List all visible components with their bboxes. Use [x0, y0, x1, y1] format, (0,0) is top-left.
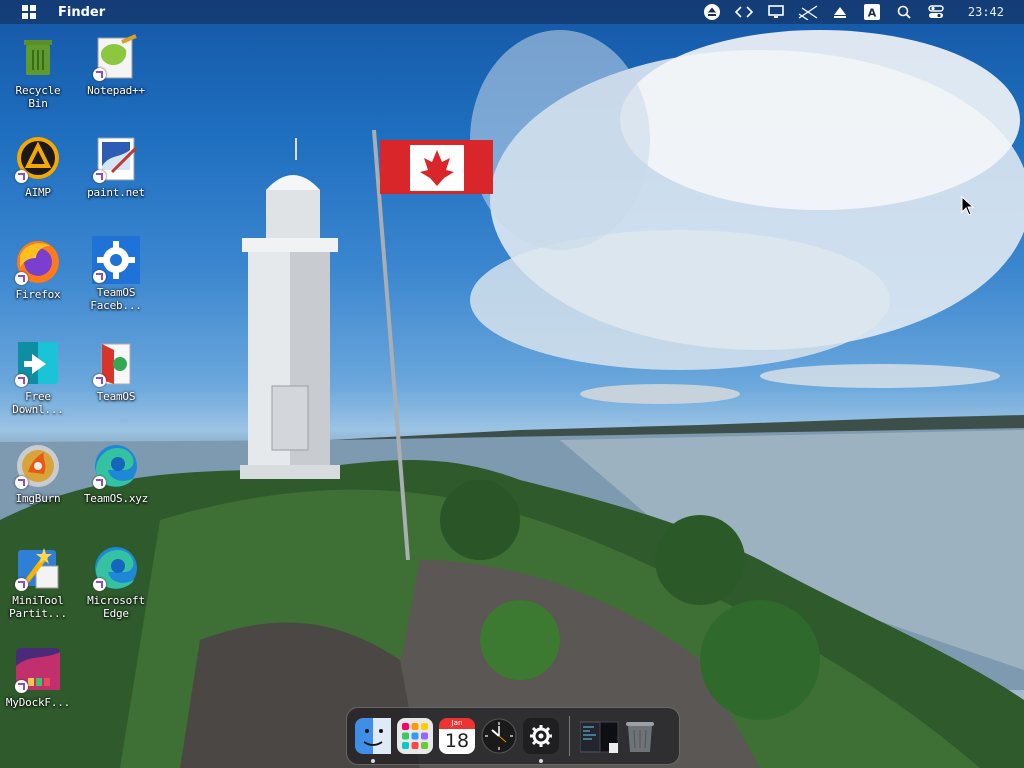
keyboard-layout-icon[interactable]: A	[861, 2, 883, 22]
shortcut-arrow-icon	[15, 476, 28, 489]
desktop-icon-label: Microsoft Edge	[87, 594, 145, 620]
edge-teamos-icon	[92, 442, 140, 490]
desktop-icon-teamos-xyz[interactable]: TeamOS.xyz	[79, 442, 153, 505]
running-indicator	[371, 759, 375, 763]
terminal-preview-icon[interactable]	[580, 718, 619, 754]
dock: Jan 18	[346, 707, 680, 765]
monitor-icon[interactable]	[765, 2, 787, 22]
notepad-plus-plus-icon	[92, 34, 140, 82]
edge-icon	[92, 544, 140, 592]
desktop-icon-label: ImgBurn	[15, 492, 61, 505]
system-tray: A 23:42	[696, 0, 1024, 24]
shortcut-arrow-icon	[93, 270, 106, 283]
clock[interactable]: 23:42	[968, 5, 1004, 19]
code-brackets-icon[interactable]	[733, 2, 755, 22]
wallpaper-scene	[0, 30, 1024, 768]
teamos-icon	[92, 340, 140, 388]
desktop-icon-notepad-plus-plus[interactable]: Notepad++	[79, 34, 153, 97]
desktop-icon-aimp[interactable]: AIMP	[1, 136, 75, 199]
desktop-icon-microsoft-edge[interactable]: Microsoft Edge	[79, 544, 153, 620]
imgburn-icon	[14, 442, 62, 490]
launchpad-icon[interactable]	[397, 718, 433, 754]
desktop-icon-label: MiniTool Partit...	[9, 594, 67, 620]
free-download-manager-icon	[14, 340, 62, 388]
desktop-icon-paint-net[interactable]: paint.net	[79, 136, 153, 199]
shortcut-arrow-icon	[15, 374, 28, 387]
calendar-month: Jan	[439, 718, 475, 729]
shortcut-arrow-icon	[15, 272, 28, 285]
calendar-day: 18	[439, 729, 475, 754]
desktop-icon-imgburn[interactable]: ImgBurn	[1, 442, 75, 505]
dock-separator	[569, 716, 570, 756]
minitool-partition-icon	[14, 544, 62, 592]
desktop-wallpaper	[0, 0, 1024, 768]
recycle-bin-icon	[14, 34, 62, 82]
desktop-icon-free-download-manager[interactable]: Free Downl...	[1, 340, 75, 416]
active-app-name[interactable]: Finder	[58, 5, 105, 20]
aimp-icon	[14, 136, 62, 184]
desktop-icon-minitool-partition[interactable]: MiniTool Partit...	[1, 544, 75, 620]
mydockfinder-icon	[14, 646, 62, 694]
firefox-icon	[14, 238, 62, 286]
shortcut-arrow-icon	[15, 170, 28, 183]
desktop-icon-firefox[interactable]: Firefox	[1, 238, 75, 301]
desktop-icon-label: MyDockF...	[5, 696, 71, 709]
menu-bar: Finder A 23:42	[0, 0, 1024, 24]
running-indicator	[539, 759, 543, 763]
mouse-cursor-icon	[961, 195, 975, 220]
desktop-icon-recycle-bin[interactable]: Recycle Bin	[1, 34, 75, 110]
desktop-icon-label: AIMP	[25, 186, 51, 199]
desktop-icon-label: Notepad++	[87, 84, 145, 97]
windows-logo-icon[interactable]	[22, 5, 36, 19]
desktop-icon-label: TeamOS	[96, 390, 136, 403]
shortcut-arrow-icon	[93, 578, 106, 591]
desktop-icon-label: TeamOS.xyz	[83, 492, 149, 505]
shortcut-arrow-icon	[93, 374, 106, 387]
control-center-icon[interactable]	[925, 2, 947, 22]
finder-icon[interactable]	[355, 718, 391, 763]
settings-icon[interactable]	[523, 718, 559, 763]
upload-icon[interactable]	[829, 2, 851, 22]
paint-net-icon	[92, 136, 140, 184]
shortcut-arrow-icon	[93, 68, 106, 81]
shortcut-arrow-icon	[15, 578, 28, 591]
desktop-icon-teamos[interactable]: TeamOS	[79, 340, 153, 403]
shortcut-arrow-icon	[93, 476, 106, 489]
calendar-icon[interactable]: Jan 18	[439, 718, 475, 754]
trash-icon[interactable]	[622, 718, 658, 754]
desktop-icon-label: Recycle Bin	[15, 84, 61, 110]
desktop-icon-label: Firefox	[15, 288, 61, 301]
network-disconnected-icon[interactable]	[797, 2, 819, 22]
search-icon[interactable]	[893, 2, 915, 22]
desktop-icon-label: Free Downl...	[12, 390, 64, 416]
desktop-icon-label: TeamOS Faceb...	[90, 286, 142, 312]
clock-icon[interactable]	[481, 718, 517, 754]
teamos-facebook-icon	[92, 236, 140, 284]
shortcut-arrow-icon	[93, 170, 106, 183]
desktop-icon-mydockfinder[interactable]: MyDockF...	[1, 646, 75, 709]
eject-icon[interactable]	[701, 2, 723, 22]
shortcut-arrow-icon	[15, 680, 28, 693]
keyboard-layout-letter: A	[868, 7, 877, 20]
desktop-icon-label: paint.net	[87, 186, 145, 199]
desktop-icon-teamos-facebook[interactable]: TeamOS Faceb...	[79, 236, 153, 312]
